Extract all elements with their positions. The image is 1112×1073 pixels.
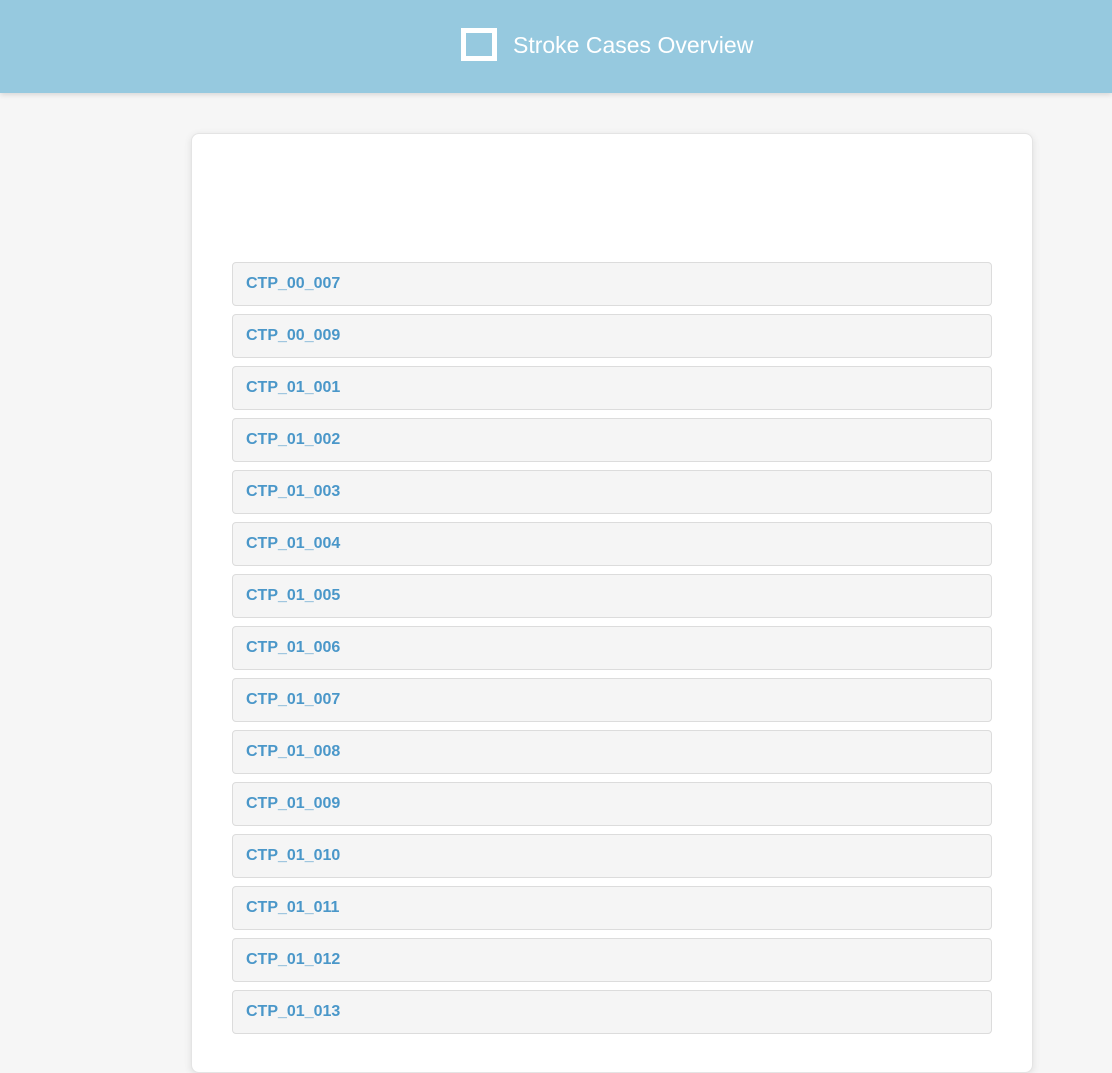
case-list-item[interactable]: CTP_01_011 [232, 886, 992, 930]
case-list-item[interactable]: CTP_01_010 [232, 834, 992, 878]
case-link[interactable]: CTP_01_001 [246, 379, 340, 397]
case-list-item[interactable]: CTP_01_013 [232, 990, 992, 1034]
case-link[interactable]: CTP_01_005 [246, 587, 340, 605]
case-link[interactable]: CTP_01_004 [246, 535, 340, 553]
case-link[interactable]: CTP_01_006 [246, 639, 340, 657]
case-link[interactable]: CTP_00_009 [246, 327, 340, 345]
case-list-item[interactable]: CTP_01_001 [232, 366, 992, 410]
square-outline-icon [461, 28, 497, 61]
case-list-item[interactable]: CTP_01_012 [232, 938, 992, 982]
case-list-item[interactable]: CTP_01_006 [232, 626, 992, 670]
case-link[interactable]: CTP_01_010 [246, 847, 340, 865]
case-list-item[interactable]: CTP_01_009 [232, 782, 992, 826]
case-link[interactable]: CTP_01_009 [246, 795, 340, 813]
case-link[interactable]: CTP_01_003 [246, 483, 340, 501]
case-list-item[interactable]: CTP_01_003 [232, 470, 992, 514]
case-list: CTP_00_007 CTP_00_009 CTP_01_001 CTP_01_… [232, 262, 992, 1042]
case-list-item[interactable]: CTP_01_007 [232, 678, 992, 722]
cases-card: CTP_00_007 CTP_00_009 CTP_01_001 CTP_01_… [191, 133, 1033, 1073]
case-list-item[interactable]: CTP_01_002 [232, 418, 992, 462]
case-list-item[interactable]: CTP_00_007 [232, 262, 992, 306]
case-link[interactable]: CTP_01_008 [246, 743, 340, 761]
case-list-item[interactable]: CTP_01_008 [232, 730, 992, 774]
case-link[interactable]: CTP_01_012 [246, 951, 340, 969]
app-header: Stroke Cases Overview [0, 0, 1112, 93]
case-link[interactable]: CTP_01_013 [246, 1003, 340, 1021]
page-title: Stroke Cases Overview [513, 32, 754, 58]
case-list-item[interactable]: CTP_01_005 [232, 574, 992, 618]
case-link[interactable]: CTP_00_007 [246, 275, 340, 293]
case-list-item[interactable]: CTP_01_004 [232, 522, 992, 566]
case-link[interactable]: CTP_01_011 [246, 899, 339, 917]
case-link[interactable]: CTP_01_002 [246, 431, 340, 449]
case-list-item[interactable]: CTP_00_009 [232, 314, 992, 358]
case-link[interactable]: CTP_01_007 [246, 691, 340, 709]
